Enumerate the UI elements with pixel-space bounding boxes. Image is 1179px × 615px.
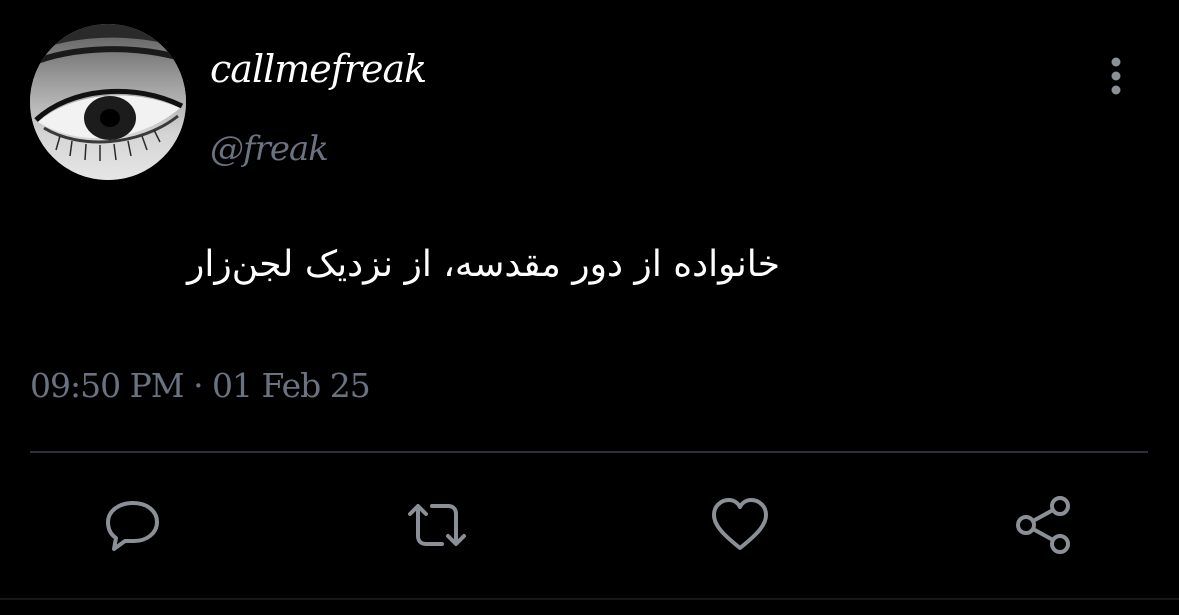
display-name[interactable]: callmefreak [210,44,427,94]
user-handle[interactable]: @freak [210,126,329,172]
tweet-timestamp[interactable]: 09:50 PM · 01 Feb 25 [30,362,371,410]
tweet-text: خانواده از دور مقدسه، از نزدیک لجن‌زار [187,244,780,285]
reply-button[interactable] [98,490,168,560]
share-button[interactable] [1008,490,1078,560]
more-vertical-icon [1111,57,1121,95]
retweet-icon [408,504,466,546]
like-button[interactable] [705,490,775,560]
avatar[interactable] [30,24,186,180]
bottom-border [0,598,1179,600]
more-button[interactable] [1096,54,1136,98]
divider [30,451,1148,453]
comment-icon [106,501,159,551]
retweet-button[interactable] [402,490,472,560]
share-icon [1016,496,1070,554]
avatar-eye-image [30,24,186,180]
heart-icon [712,498,768,550]
